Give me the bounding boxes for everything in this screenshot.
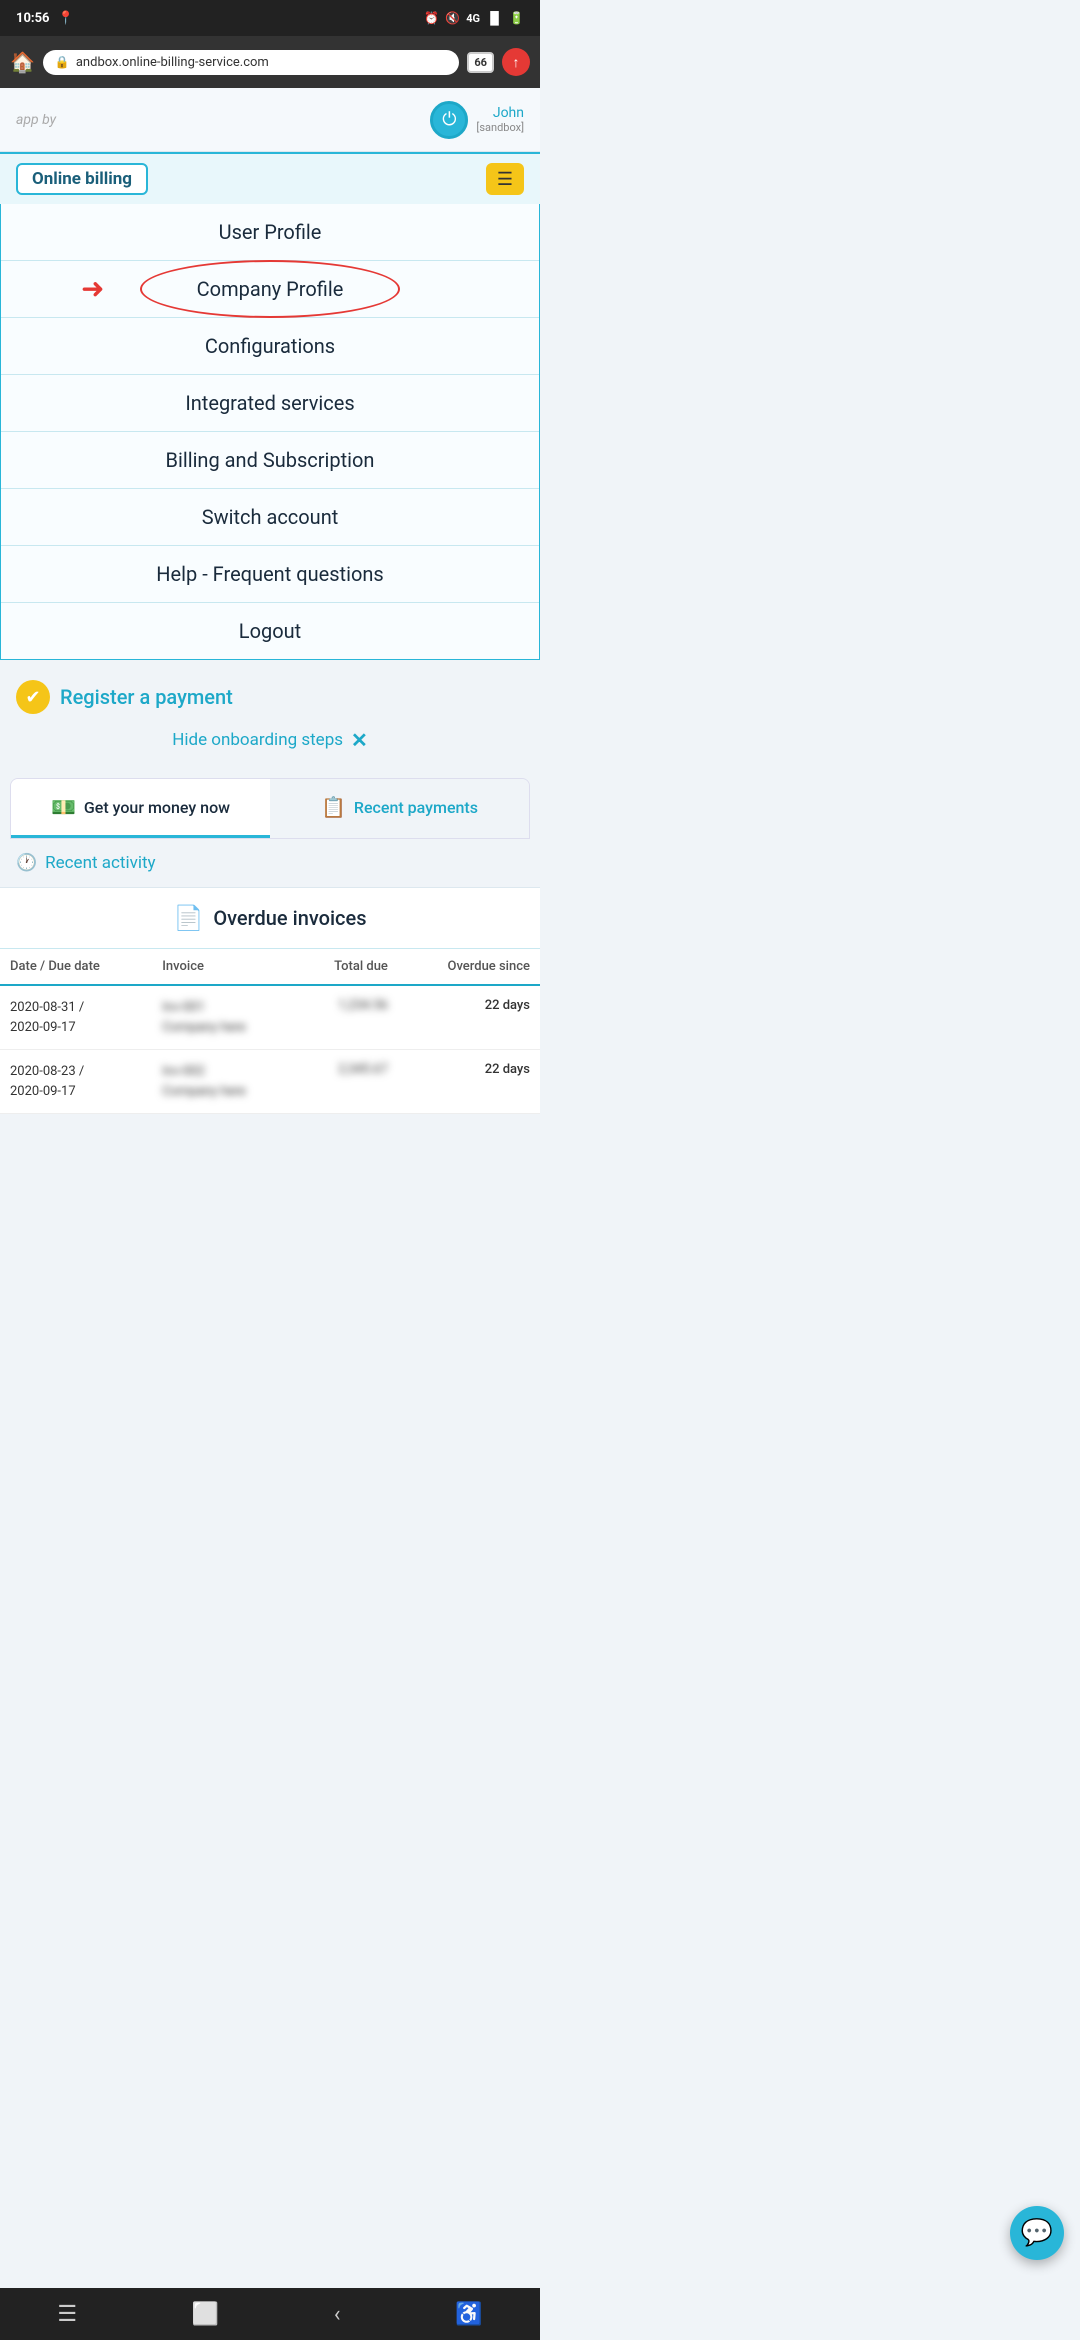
help-label: Help - Frequent questions	[156, 562, 383, 586]
nav-back-icon[interactable]: ‹	[326, 2294, 349, 2335]
chat-button[interactable]: 💬	[1010, 2206, 1064, 2260]
hide-onboarding-row[interactable]: Hide onboarding steps ✕	[16, 728, 524, 752]
lock-icon: 🔒	[55, 55, 70, 69]
register-payment-row[interactable]: ✔ Register a payment	[16, 680, 524, 714]
menu-item-company-profile[interactable]: ➜ Company Profile	[1, 261, 539, 318]
url-bar[interactable]: 🔒 andbox.online-billing-service.com	[43, 50, 459, 75]
status-time: 10:56	[16, 11, 50, 26]
logo-text: app by	[16, 112, 56, 128]
billing-strip: Online billing ☰	[0, 152, 540, 204]
invoices-header: 📄 Overdue invoices	[0, 888, 540, 949]
row1-overdue: 22 days	[398, 985, 540, 1050]
col-total: Total due	[296, 949, 398, 985]
check-icon: ✔	[16, 680, 50, 714]
upload-button[interactable]: ↑	[502, 48, 530, 76]
row2-total: 2,345.67	[296, 1050, 398, 1114]
menu-button[interactable]: ☰	[486, 163, 524, 195]
switch-account-label: Switch account	[202, 505, 339, 529]
app-logo: app by	[16, 112, 56, 128]
4g-icon: 4G	[466, 12, 480, 25]
nav-home-icon[interactable]: ⬜	[184, 2294, 227, 2335]
row2-overdue: 22 days	[398, 1050, 540, 1114]
money-icon: 💵	[51, 795, 76, 819]
tab-count[interactable]: 66	[467, 52, 494, 73]
mute-icon: 🔇	[445, 11, 460, 25]
location-icon: 📍	[58, 11, 74, 26]
invoices-section: 📄 Overdue invoices Date / Due date Invoi…	[0, 887, 540, 1114]
row1-total: 1,234.56	[296, 985, 398, 1050]
bottom-nav: ☰ ⬜ ‹ ♿	[0, 2288, 540, 2340]
tab-recent-payments-label: Recent payments	[354, 798, 478, 817]
onboarding-section: ✔ Register a payment Hide onboarding ste…	[0, 660, 540, 762]
signal-icon: ▐▌	[486, 11, 503, 25]
invoices-title: Overdue invoices	[213, 906, 366, 930]
billing-title: Online billing	[16, 163, 148, 195]
power-button[interactable]: ⏻	[430, 101, 468, 139]
row2-invoice: Inv-002Company here	[152, 1050, 295, 1114]
dropdown-menu: User Profile ➜ Company Profile Configura…	[0, 204, 540, 660]
col-date: Date / Due date	[0, 949, 152, 985]
payments-icon: 📋	[321, 795, 346, 819]
row1-invoice: Inv-001Company here	[152, 985, 295, 1050]
company-profile-label: Company Profile	[197, 277, 344, 301]
billing-subscription-label: Billing and Subscription	[166, 448, 375, 472]
browser-bar: 🏠 🔒 andbox.online-billing-service.com 66…	[0, 36, 540, 88]
row1-date: 2020-08-31 /2020-09-17	[0, 985, 152, 1050]
status-icons: ⏰ 🔇 4G ▐▌ 🔋	[424, 11, 524, 25]
configurations-label: Configurations	[205, 334, 335, 358]
close-icon[interactable]: ✕	[351, 728, 368, 752]
menu-item-integrated-services[interactable]: Integrated services	[1, 375, 539, 432]
row2-date: 2020-08-23 /2020-09-17	[0, 1050, 152, 1114]
user-area[interactable]: ⏻ John [sandbox]	[430, 101, 524, 139]
tab-get-money[interactable]: 💵 Get your money now	[11, 779, 270, 838]
invoices-icon: 📄	[173, 904, 203, 932]
main-content: ✔ Register a payment Hide onboarding ste…	[0, 660, 540, 1114]
menu-item-configurations[interactable]: Configurations	[1, 318, 539, 375]
user-profile-label: User Profile	[219, 220, 322, 244]
tabs-section: 💵 Get your money now 📋 Recent payments	[10, 778, 530, 839]
menu-item-user-profile[interactable]: User Profile	[1, 204, 539, 261]
menu-item-logout[interactable]: Logout	[1, 603, 539, 659]
recent-activity-icon: 🕐	[16, 853, 37, 873]
menu-item-switch-account[interactable]: Switch account	[1, 489, 539, 546]
app-header: app by ⏻ John [sandbox]	[0, 88, 540, 152]
table-row[interactable]: 2020-08-31 /2020-09-17 Inv-001Company he…	[0, 985, 540, 1050]
table-row[interactable]: 2020-08-23 /2020-09-17 Inv-002Company he…	[0, 1050, 540, 1114]
menu-item-billing-subscription[interactable]: Billing and Subscription	[1, 432, 539, 489]
tab-recent-payments[interactable]: 📋 Recent payments	[270, 779, 529, 838]
status-bar: 10:56 📍 ⏰ 🔇 4G ▐▌ 🔋	[0, 0, 540, 36]
alarm-icon: ⏰	[424, 11, 439, 25]
nav-menu-icon[interactable]: ☰	[49, 2294, 85, 2335]
arrow-icon: ➜	[81, 275, 104, 303]
nav-accessibility-icon[interactable]: ♿	[447, 2294, 490, 2335]
battery-icon: 🔋	[509, 11, 524, 25]
invoices-table: Date / Due date Invoice Total due Overdu…	[0, 949, 540, 1114]
integrated-services-label: Integrated services	[185, 391, 354, 415]
user-name: John	[476, 105, 524, 122]
logout-label: Logout	[239, 619, 301, 643]
col-invoice: Invoice	[152, 949, 295, 985]
recent-activity-row[interactable]: 🕐 Recent activity	[0, 839, 540, 887]
tab-get-money-label: Get your money now	[84, 798, 230, 817]
url-text: andbox.online-billing-service.com	[76, 55, 269, 70]
recent-activity-label: Recent activity	[45, 853, 155, 873]
col-overdue: Overdue since	[398, 949, 540, 985]
user-tag: [sandbox]	[476, 121, 524, 134]
hide-onboarding-text: Hide onboarding steps	[172, 730, 343, 750]
user-name-block: John [sandbox]	[476, 105, 524, 135]
register-payment-text: Register a payment	[60, 685, 233, 709]
menu-item-help[interactable]: Help - Frequent questions	[1, 546, 539, 603]
home-icon[interactable]: 🏠	[10, 50, 35, 74]
